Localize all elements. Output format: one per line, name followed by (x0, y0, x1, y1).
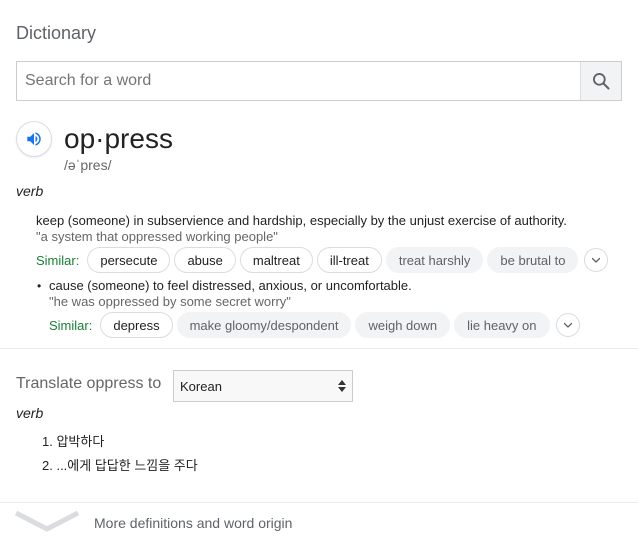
translation-item: 1. 압박하다 (42, 434, 105, 449)
definition-text: keep (someone) in subservience and hards… (36, 213, 567, 228)
definition-example: "he was oppressed by some secret worry" (49, 294, 291, 309)
divider (0, 348, 638, 349)
headword: op·press (64, 123, 173, 154)
bullet: • (37, 279, 42, 293)
divider (0, 502, 638, 503)
search-box (16, 61, 622, 101)
similar-label: Similar: (49, 317, 93, 333)
part-of-speech: verb (16, 183, 44, 199)
more-definitions-label[interactable]: More definitions and word origin (94, 515, 292, 531)
similar-chip[interactable]: depress (100, 312, 173, 338)
chevron-down-icon (592, 257, 601, 263)
search-input[interactable] (17, 62, 580, 100)
chevron-down-icon[interactable] (14, 509, 80, 535)
similar-row: Similar: persecute abuse maltreat ill-tr… (36, 247, 609, 273)
translation-item: 2. ...에게 답답한 느낌을 주다 (42, 458, 198, 473)
similar-chip[interactable]: maltreat (239, 247, 313, 273)
similar-label: Similar: (36, 252, 80, 268)
similar-chip[interactable]: weigh down (355, 312, 451, 338)
search-icon (593, 73, 610, 90)
similar-chip[interactable]: persecute (87, 247, 171, 273)
expand-similar-button[interactable] (584, 248, 609, 272)
similar-chip[interactable]: be brutal to (487, 247, 579, 273)
translate-label: Translate oppress to (16, 375, 162, 392)
speaker-icon (27, 132, 41, 146)
pronounce-button[interactable] (16, 121, 52, 157)
chevron-down-icon (563, 322, 572, 328)
similar-row: Similar: depress make gloomy/despondent … (49, 312, 580, 338)
language-select[interactable]: Korean (173, 370, 353, 402)
language-select-value: Korean (180, 378, 222, 394)
similar-chip[interactable]: make gloomy/despondent (176, 312, 352, 338)
phonetic: /əˈpres/ (64, 157, 112, 173)
expand-similar-button[interactable] (555, 313, 580, 337)
definition-example: "a system that oppressed working people" (36, 229, 278, 244)
similar-chip[interactable]: lie heavy on (454, 312, 550, 338)
similar-chip[interactable]: abuse (174, 247, 236, 273)
translation-part-of-speech: verb (16, 405, 44, 421)
search-button[interactable] (580, 62, 621, 100)
select-arrows-icon (338, 380, 346, 392)
definition-text: cause (someone) to feel distressed, anxi… (49, 278, 412, 293)
similar-chip[interactable]: ill-treat (316, 247, 382, 273)
similar-chip[interactable]: treat harshly (385, 247, 484, 273)
page-title: Dictionary (16, 23, 97, 43)
